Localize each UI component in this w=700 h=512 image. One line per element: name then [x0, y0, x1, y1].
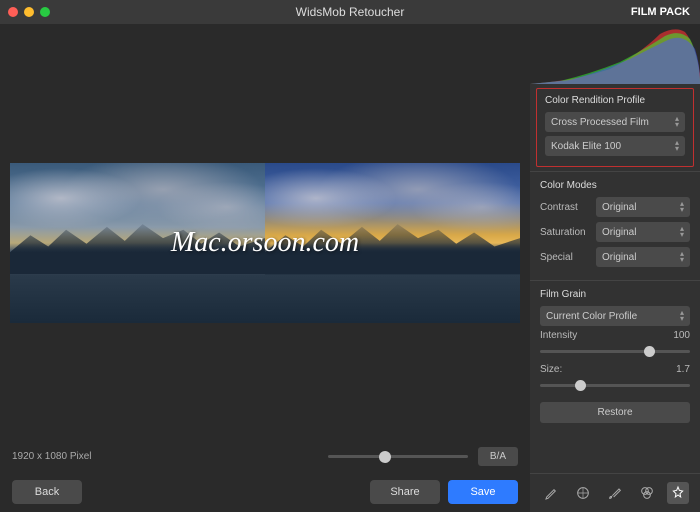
- color-modes-panel: Color Modes Contrast Original ▴▾ Saturat…: [530, 171, 700, 280]
- color-rendition-title: Color Rendition Profile: [545, 95, 685, 106]
- chevron-updown-icon: ▴▾: [675, 116, 679, 128]
- histogram: [530, 24, 700, 84]
- profile-select[interactable]: Kodak Elite 100 ▴▾: [545, 136, 685, 156]
- canvas-area: Mac.orsoon.com: [0, 24, 530, 441]
- pencil-tool-icon[interactable]: [541, 482, 563, 504]
- before-after-button[interactable]: B/A: [478, 447, 518, 466]
- minimize-icon[interactable]: [24, 7, 34, 17]
- saturation-label: Saturation: [540, 227, 590, 238]
- profile-category-select[interactable]: Cross Processed Film ▴▾: [545, 112, 685, 132]
- image-preview[interactable]: Mac.orsoon.com: [10, 163, 520, 323]
- intensity-value: 100: [673, 330, 690, 341]
- filmpack-label: FILM PACK: [631, 6, 690, 18]
- color-tool-icon[interactable]: [636, 482, 658, 504]
- window-controls: [8, 7, 50, 17]
- film-grain-title: Film Grain: [540, 289, 690, 300]
- back-button[interactable]: Back: [12, 480, 82, 504]
- close-icon[interactable]: [8, 7, 18, 17]
- grain-profile-select[interactable]: Current Color Profile ▴▾: [540, 306, 690, 326]
- brush-tool-icon[interactable]: [604, 482, 626, 504]
- chevron-updown-icon: ▴▾: [680, 201, 684, 213]
- contrast-select[interactable]: Original ▴▾: [596, 197, 690, 217]
- size-value: 1.7: [676, 364, 690, 375]
- color-rendition-panel: Color Rendition Profile Cross Processed …: [536, 88, 694, 167]
- sidebar: Color Rendition Profile Cross Processed …: [530, 24, 700, 512]
- save-button[interactable]: Save: [448, 480, 518, 504]
- color-modes-title: Color Modes: [540, 180, 690, 191]
- intensity-label: Intensity: [540, 330, 577, 341]
- size-slider[interactable]: [540, 384, 690, 387]
- chevron-updown-icon: ▴▾: [680, 310, 684, 322]
- chevron-updown-icon: ▴▾: [680, 226, 684, 238]
- maximize-icon[interactable]: [40, 7, 50, 17]
- special-label: Special: [540, 252, 590, 263]
- special-select[interactable]: Original ▴▾: [596, 247, 690, 267]
- saturation-select[interactable]: Original ▴▾: [596, 222, 690, 242]
- size-label: Size:: [540, 364, 562, 375]
- restore-button[interactable]: Restore: [540, 402, 690, 423]
- share-button[interactable]: Share: [370, 480, 440, 504]
- image-dimensions: 1920 x 1080 Pixel: [12, 451, 92, 462]
- tool-row: [530, 473, 700, 512]
- chevron-updown-icon: ▴▾: [680, 251, 684, 263]
- intensity-slider[interactable]: [540, 350, 690, 353]
- watermark-text: Mac.orsoon.com: [171, 227, 359, 259]
- adjust-tool-icon[interactable]: [572, 482, 594, 504]
- effects-tool-icon[interactable]: [667, 482, 689, 504]
- titlebar: WidsMob Retoucher FILM PACK: [0, 0, 700, 24]
- zoom-slider[interactable]: [328, 455, 468, 458]
- app-title: WidsMob Retoucher: [296, 5, 405, 19]
- film-grain-panel: Film Grain Current Color Profile ▴▾ Inte…: [530, 280, 700, 431]
- chevron-updown-icon: ▴▾: [675, 140, 679, 152]
- contrast-label: Contrast: [540, 202, 590, 213]
